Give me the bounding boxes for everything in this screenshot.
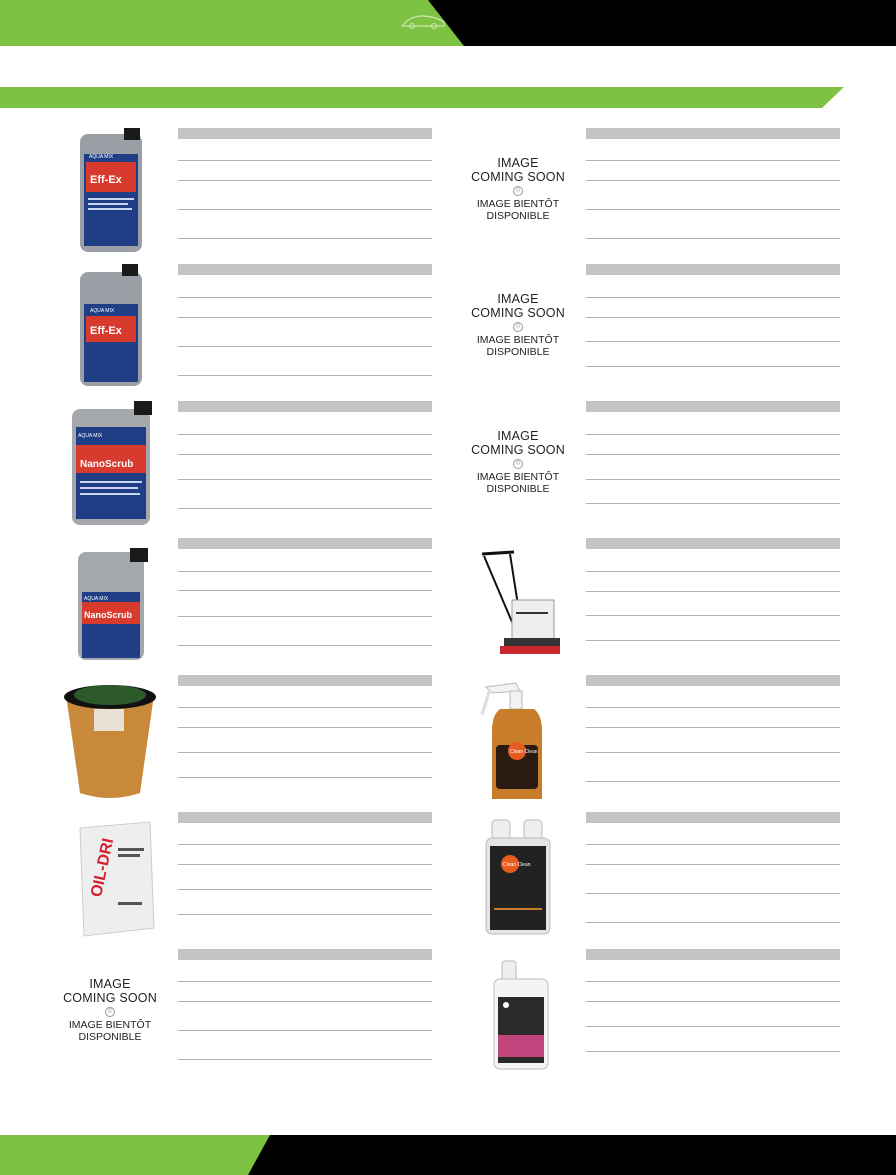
product-info-lines bbox=[586, 675, 840, 795]
product-absorbent-bucket bbox=[54, 675, 462, 803]
product-placeholder-2: IMAGE COMING SOON © IMAGE BIENTÔT DISPON… bbox=[462, 264, 870, 392]
product-placeholder-3: IMAGE COMING SOON © IMAGE BIENTÔT DISPON… bbox=[462, 401, 870, 529]
dual-bottle-image: Clean Clean bbox=[485, 819, 551, 935]
effex-jug-image: AQUA MIX Eff-Ex bbox=[80, 264, 142, 386]
product-info-lines bbox=[586, 812, 840, 932]
product-info-lines bbox=[178, 128, 432, 248]
spray-bottle-image: Clean Clean bbox=[480, 682, 542, 799]
bucket-image bbox=[64, 685, 156, 798]
separator-icon: © bbox=[513, 459, 523, 469]
product-info-lines bbox=[586, 538, 840, 658]
jug-brand: AQUA MIX bbox=[78, 433, 103, 439]
image-coming-soon: IMAGE COMING SOON © IMAGE BIENTÔT DISPON… bbox=[471, 156, 565, 222]
car-logo-icon bbox=[400, 15, 445, 29]
product-oil-dri-bag: OIL-DRI bbox=[54, 812, 462, 940]
footer-green-band bbox=[0, 1135, 270, 1175]
section-bar bbox=[0, 87, 844, 108]
product-effex-small: AQUA MIX Eff-Ex bbox=[54, 264, 462, 392]
product-spray-bottle: Clean Clean bbox=[462, 675, 870, 803]
jug-brand: AQUA MIX bbox=[90, 308, 115, 314]
product-nanoscrub-large: AQUA MIX NanoScrub bbox=[54, 538, 462, 666]
effex-jug-image: AQUA MIX Eff-Ex bbox=[80, 128, 142, 252]
separator-icon: © bbox=[105, 1007, 115, 1017]
floor-machine-image bbox=[481, 550, 560, 654]
product-nanoscrub-small: AQUA MIX NanoScrub bbox=[54, 401, 462, 529]
jug-brand: AQUA MIX bbox=[84, 596, 109, 602]
jug-name: Eff-Ex bbox=[90, 174, 123, 186]
product-info-lines bbox=[586, 401, 840, 521]
pink-bottle-image bbox=[493, 960, 549, 1070]
oil-dri-bag-image: OIL-DRI bbox=[79, 821, 155, 937]
jug-name: NanoScrub bbox=[84, 610, 133, 620]
product-info-lines bbox=[586, 949, 840, 1069]
nanoscrub-jug-image: AQUA MIX NanoScrub bbox=[78, 548, 148, 660]
separator-icon: © bbox=[513, 322, 523, 332]
product-placeholder-4: IMAGE COMING SOON © IMAGE BIENTÔT DISPON… bbox=[54, 949, 462, 1077]
product-info-lines bbox=[178, 264, 432, 384]
product-info-lines bbox=[178, 538, 432, 658]
jug-brand: AQUA MIX bbox=[89, 154, 114, 160]
product-info-lines bbox=[178, 675, 432, 795]
image-coming-soon: IMAGE COMING SOON © IMAGE BIENTÔT DISPON… bbox=[63, 977, 157, 1043]
product-info-lines bbox=[178, 812, 432, 932]
product-info-lines bbox=[178, 949, 432, 1069]
product-info-lines bbox=[178, 401, 432, 521]
bottle-brand: Clean Clean bbox=[510, 749, 538, 755]
separator-icon: © bbox=[513, 186, 523, 196]
product-info-lines bbox=[586, 264, 840, 384]
product-dual-bottle: Clean Clean bbox=[462, 812, 870, 940]
jug-name: Eff-Ex bbox=[90, 325, 123, 337]
image-coming-soon: IMAGE COMING SOON © IMAGE BIENTÔT DISPON… bbox=[471, 292, 565, 358]
product-effex-large: AQUA MIX Eff-Ex bbox=[54, 128, 462, 256]
jug-name: NanoScrub bbox=[80, 459, 133, 470]
product-placeholder-1: IMAGE COMING SOON © IMAGE BIENTÔT DISPON… bbox=[462, 128, 870, 256]
bottle-brand: Clean Clean bbox=[503, 862, 531, 868]
nanoscrub-jug-image: AQUA MIX NanoScrub bbox=[72, 401, 152, 525]
product-floor-machine bbox=[462, 538, 870, 666]
product-pink-bottle bbox=[462, 949, 870, 1077]
image-coming-soon: IMAGE COMING SOON © IMAGE BIENTÔT DISPON… bbox=[471, 429, 565, 495]
product-info-lines bbox=[586, 128, 840, 248]
